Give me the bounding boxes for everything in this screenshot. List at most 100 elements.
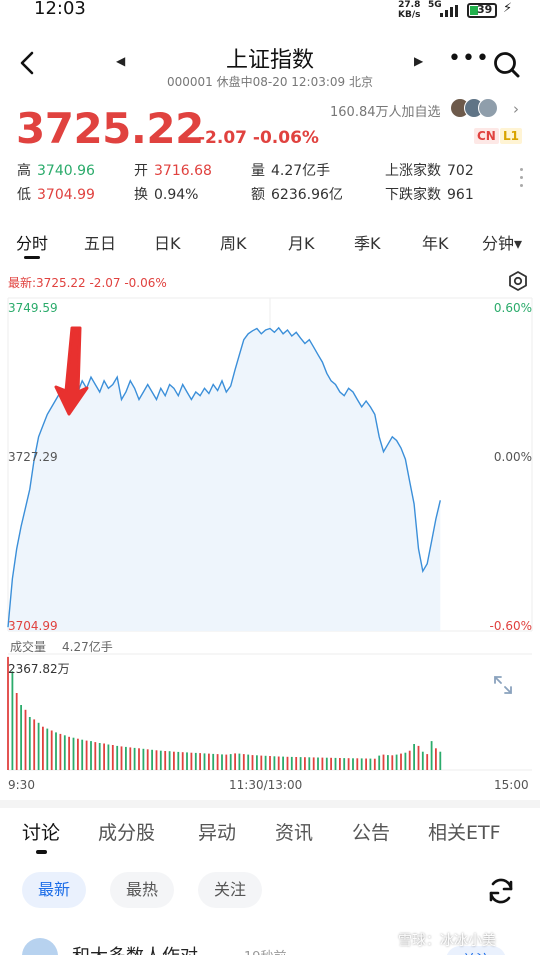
battery-level: 39 (477, 3, 493, 16)
volume-bar-94 (417, 745, 420, 770)
volume-bar-90 (400, 753, 402, 770)
signal-icon (440, 5, 460, 17)
volume-bar-93 (413, 744, 415, 770)
more-icon[interactable]: ••• (448, 46, 490, 71)
volume-bar-84 (373, 758, 376, 770)
volume-bar-58 (260, 755, 263, 770)
volume-bars (7, 656, 442, 770)
price-axis-max: 3749.59 (8, 301, 58, 315)
avatar[interactable] (22, 938, 58, 955)
post-author[interactable]: 和大多数人作对 (72, 942, 198, 955)
stat-open: 开 3716.68 (134, 163, 212, 179)
tab-monthly-k[interactable]: 月K (288, 230, 315, 254)
chip-latest[interactable]: 最新 (22, 872, 87, 908)
status-time: 12:03 (34, 0, 86, 19)
volume-bar-63 (282, 756, 284, 770)
volume-bar-70 (312, 757, 315, 770)
volume-bar-52 (234, 753, 236, 770)
tab-discussion[interactable]: 讨论 (22, 818, 60, 854)
volume-bar-37 (168, 751, 171, 770)
section-divider (0, 800, 540, 808)
time-axis-end: 15:00 (494, 778, 529, 792)
volume-bar-9 (46, 728, 49, 770)
volume-bar-34 (155, 750, 158, 770)
volume-bar-47 (212, 753, 215, 770)
volume-bar-78 (347, 758, 350, 770)
volume-bar-18 (85, 740, 88, 770)
volume-bar-79 (352, 758, 354, 770)
tab-movements[interactable]: 异动 (198, 818, 236, 845)
more-stats-icon[interactable] (520, 168, 524, 192)
expand-icon[interactable] (492, 674, 514, 696)
tab-daily-k[interactable]: 日K (154, 230, 181, 254)
volume-bar-40 (181, 752, 184, 770)
volume-bar-29 (133, 747, 136, 770)
chip-following[interactable]: 关注 (198, 872, 263, 908)
volume-bar-80 (356, 758, 359, 770)
post-time: 19秒前 (244, 946, 287, 955)
page-subtitle: 000001 休盘中08-20 12:03:09 北京 (166, 75, 374, 89)
volume-bar-25 (116, 745, 119, 770)
battery-icon: 39 (467, 3, 497, 18)
tab-five-day[interactable]: 五日 (84, 230, 116, 254)
volume-bar-19 (90, 741, 92, 770)
tab-news[interactable]: 资讯 (275, 818, 313, 845)
volume-bar-76 (339, 758, 341, 770)
volume-bar-54 (242, 754, 245, 770)
tab-weekly-k[interactable]: 周K (220, 230, 247, 254)
volume-bar-56 (251, 755, 254, 770)
volume-bar-14 (68, 736, 70, 770)
tab-constituents[interactable]: 成分股 (98, 818, 155, 845)
volume-bar-62 (277, 756, 280, 770)
volume-bar-6 (33, 719, 36, 770)
volume-bar-57 (256, 755, 258, 770)
volume-bar-82 (365, 758, 367, 770)
search-icon[interactable] (492, 50, 522, 80)
volume-bar-30 (138, 748, 140, 770)
volume-bar-95 (421, 751, 424, 770)
tab-announcements[interactable]: 公告 (352, 818, 390, 845)
volume-bar-36 (164, 751, 167, 770)
settings-icon[interactable] (507, 270, 529, 292)
chevron-right-icon[interactable]: › (513, 100, 519, 118)
volume-bar-61 (273, 756, 276, 770)
tab-yearly-k[interactable]: 年K (422, 230, 449, 254)
volume-bar-74 (330, 757, 332, 770)
watcher-avatars[interactable] (450, 98, 510, 120)
volume-bar-96 (426, 754, 429, 770)
volume-bar-50 (225, 754, 228, 770)
volume-bar-67 (299, 757, 302, 770)
volume-bar-77 (343, 758, 346, 770)
volume-bar-53 (238, 753, 241, 770)
filter-chips: 最新 最热 关注 (0, 872, 540, 908)
status-bar: 12:03 27.8 KB/s 5G 39 ⚡ (0, 0, 540, 24)
volume-bar-28 (129, 747, 132, 770)
watchers-count[interactable]: 160.84万人加自选 (330, 101, 441, 120)
intraday-chart[interactable]: 3749.59 3727.29 3704.99 0.60% 0.00% -0.6… (0, 290, 540, 800)
pct-axis-mid: 0.00% (494, 450, 532, 464)
chip-hottest[interactable]: 最热 (110, 872, 175, 908)
volume-bar-27 (125, 746, 127, 770)
volume-bar-35 (159, 750, 162, 770)
tab-related-etf[interactable]: 相关ETF (428, 818, 501, 845)
current-price: 3725.22 (16, 104, 204, 153)
volume-bar-2 (15, 693, 18, 770)
tab-quarterly-k[interactable]: 季K (354, 230, 381, 254)
tab-minute-dropdown[interactable]: 分钟▾ (482, 230, 522, 254)
next-icon[interactable]: ▶ (414, 54, 423, 68)
volume-bar-51 (229, 754, 232, 770)
tab-intraday[interactable]: 分时 (16, 230, 48, 259)
pct-axis-max: 0.60% (494, 301, 532, 315)
volume-bar-92 (408, 750, 411, 770)
stat-fall-count: 下跌家数 961 (385, 187, 474, 203)
price-change: -2.07 -0.06% (198, 128, 319, 148)
stat-turnover-rate: 换 0.94% (134, 187, 199, 203)
volume-bar-81 (360, 758, 363, 770)
volume-bar-86 (382, 754, 385, 770)
latest-price-line: 最新:3725.22 -2.07 -0.06% (8, 276, 167, 290)
refresh-icon[interactable] (486, 876, 516, 906)
stat-amount: 额 6236.96亿 (251, 187, 343, 203)
volume-bar-12 (59, 733, 62, 770)
volume-bar-85 (378, 755, 381, 770)
volume-bar-64 (286, 756, 289, 770)
